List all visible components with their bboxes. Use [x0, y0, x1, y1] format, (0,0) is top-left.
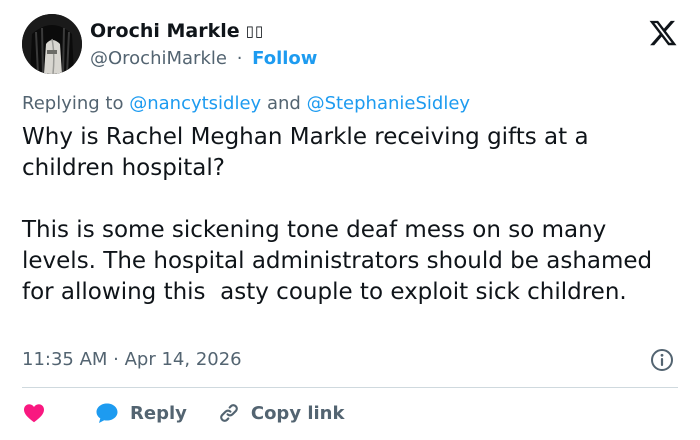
handle-separator: ·: [236, 48, 243, 69]
author-name-row: Orochi Markle ▯▯: [90, 20, 264, 42]
tweet-paragraph: This is some sickening tone deaf mess on…: [22, 217, 660, 305]
reply-label: Reply: [130, 402, 187, 424]
mention-link[interactable]: @nancytsidley: [129, 93, 261, 114]
replying-prefix: Replying to: [22, 93, 124, 114]
replying-to: Replying to @nancytsidley and @Stephanie…: [22, 93, 470, 114]
replying-conjunction: and: [266, 93, 301, 114]
speech-bubble-icon: [96, 403, 118, 423]
tweet-card: Orochi Markle ▯▯ @OrochiMarkle · Follow …: [0, 0, 700, 440]
heart-icon: [24, 404, 44, 423]
divider: [22, 387, 678, 388]
reply-button[interactable]: Reply: [94, 401, 187, 425]
copy-link-button[interactable]: Copy link: [217, 401, 345, 425]
action-bar: Reply Copy link: [22, 398, 344, 428]
author-handle-row: @OrochiMarkle · Follow: [90, 48, 317, 69]
info-icon[interactable]: [650, 348, 674, 372]
follow-button[interactable]: Follow: [252, 48, 317, 69]
avatar[interactable]: [22, 14, 82, 74]
link-icon: [220, 404, 238, 422]
copy-link-label: Copy link: [250, 402, 345, 424]
tweet-body: Why is Rachel Meghan Markle receiving gi…: [22, 122, 682, 308]
x-logo-icon[interactable]: [648, 18, 678, 48]
tweet-timestamp[interactable]: 11:35 AM · Apr 14, 2026: [22, 349, 242, 370]
author-handle[interactable]: @OrochiMarkle: [90, 48, 227, 69]
mention-link[interactable]: @StephanieSidley: [307, 93, 471, 114]
flag-icon: ▯▯: [245, 22, 265, 40]
like-button[interactable]: [22, 401, 46, 425]
author-name[interactable]: Orochi Markle: [90, 20, 240, 42]
tweet-paragraph: Why is Rachel Meghan Markle receiving gi…: [22, 124, 596, 181]
